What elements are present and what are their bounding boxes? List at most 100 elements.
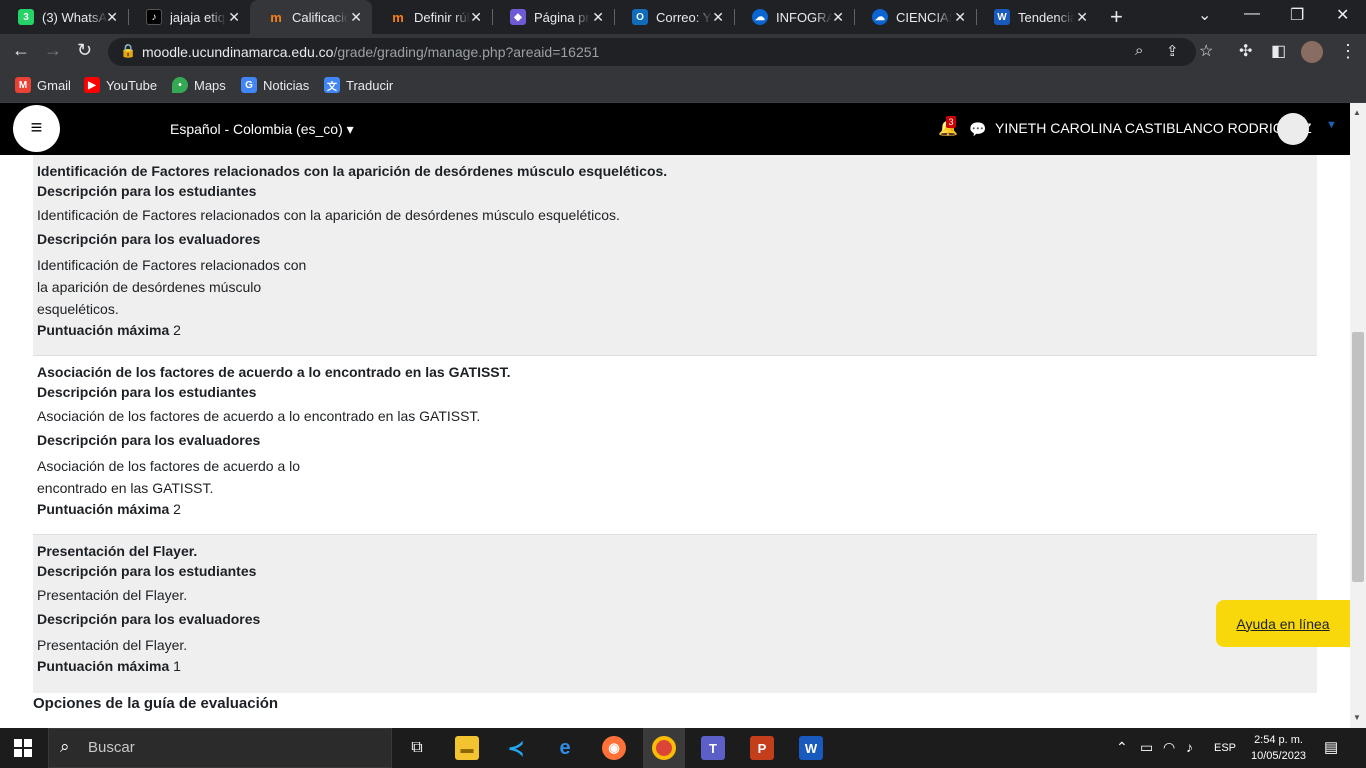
back-icon[interactable]: ← (12, 40, 30, 61)
scroll-up-arrow-icon[interactable]: ▲ (1353, 108, 1361, 117)
tab-whatsapp[interactable]: 3 (3) WhatsApp ✕ (0, 0, 128, 34)
page-scrollbar-thumb[interactable] (1352, 332, 1364, 582)
student-description: Asociación de los factores de acuerdo a … (37, 408, 481, 424)
bookmarks-bar: M Gmail ▶ YouTube • Maps G Noticias 文 Tr… (0, 70, 1366, 103)
tab-infografia[interactable]: ☁ INFOGRAFÍA ✕ (734, 0, 854, 34)
youtube-icon: ▶ (84, 77, 100, 93)
battery-icon[interactable]: ▭ (1140, 739, 1153, 756)
minimize-button[interactable]: — (1244, 5, 1260, 23)
evaluator-description: Presentación del Flayer. (37, 637, 188, 653)
menu-icon[interactable]: ⋮ (1339, 41, 1357, 62)
bookmark-traducir[interactable]: 文 Traducir (324, 77, 393, 93)
tray-overflow-icon[interactable]: ⌃ (1116, 739, 1128, 756)
tab-definir-rubrica[interactable]: m Definir rúbrica ✕ (372, 0, 492, 34)
criterion-row: Asociación de los factores de acuerdo a … (33, 355, 1317, 535)
windows-start-icon[interactable] (14, 739, 32, 757)
max-score: Puntuación máxima 1 (37, 658, 181, 674)
students-heading: Descripción para los estudiantes (37, 384, 257, 400)
tiktok-icon: ♪ (146, 9, 162, 25)
tab-correo[interactable]: O Correo: YINETH ✕ (614, 0, 734, 34)
moodle-icon: m (392, 9, 404, 25)
bookmark-maps[interactable]: • Maps (172, 77, 226, 93)
tab-search-icon[interactable]: ⌄ (1198, 5, 1211, 25)
side-panel-icon[interactable]: ◧ (1271, 41, 1286, 61)
volume-icon[interactable]: ♪ (1186, 739, 1193, 755)
max-score: Puntuación máxima 2 (37, 322, 181, 338)
taskbar-search-placeholder[interactable]: Buscar (88, 739, 135, 756)
bookmark-youtube[interactable]: ▶ YouTube (84, 77, 157, 93)
tab-pagina-principal[interactable]: ◆ Página principal ✕ (492, 0, 614, 34)
browser-tab-strip: 3 (3) WhatsApp ✕ ♪ jajaja etiquetas ✕ m … (0, 0, 1366, 34)
online-help-button[interactable]: Ayuda en línea (1216, 600, 1350, 647)
bookmark-gmail[interactable]: M Gmail (15, 77, 71, 93)
share-icon[interactable]: ⇪ (1166, 42, 1179, 60)
zoom-icon[interactable]: ⌕ (1135, 42, 1143, 59)
user-name[interactable]: YINETH CAROLINA CASTIBLANCO RODRIGUEZ (995, 120, 1312, 136)
url-text[interactable]: moodle.ucundinamarca.edu.co/grade/gradin… (142, 44, 599, 60)
powerpoint-icon[interactable]: P (750, 736, 774, 760)
caret-down-icon: ▾ (346, 121, 354, 137)
onedrive-icon: ☁ (752, 9, 768, 25)
tab-calificacion[interactable]: m Calificación ✕ (250, 0, 372, 34)
close-icon[interactable]: ✕ (954, 9, 966, 26)
evaluators-heading: Descripción para los evaluadores (37, 432, 261, 448)
word-icon: W (994, 9, 1010, 25)
restore-button[interactable]: ❐ (1290, 5, 1304, 25)
file-explorer-icon[interactable]: ▬ (455, 736, 479, 760)
forward-icon[interactable]: → (44, 40, 62, 61)
close-icon[interactable]: ✕ (592, 9, 604, 26)
word-taskbar-icon[interactable]: W (799, 736, 823, 760)
tab-tiktok[interactable]: ♪ jajaja etiquetas ✕ (128, 0, 250, 34)
criterion-title: Presentación del Flayer. (37, 543, 198, 559)
extensions-icon[interactable]: ✣ (1239, 41, 1252, 61)
criterion-row: Presentación del Flayer. Descripción par… (33, 535, 1317, 693)
onedrive-icon: ☁ (872, 9, 888, 25)
hamburger-menu-button[interactable]: ≡ (13, 105, 60, 152)
copilot-icon: ◆ (510, 9, 526, 25)
close-icon[interactable]: ✕ (1076, 9, 1088, 26)
messages-icon[interactable]: 💬 (969, 121, 986, 138)
user-menu-caret-icon[interactable]: ▼ (1326, 119, 1337, 131)
taskbar-clock[interactable]: 2:54 p. m. 10/05/2023 (1251, 732, 1306, 764)
new-tab-button[interactable]: + (1110, 4, 1123, 30)
scroll-down-arrow-icon[interactable]: ▼ (1353, 713, 1361, 722)
criterion-row: Identificación de Factores relacionados … (33, 155, 1317, 355)
rubric-content: Identificación de Factores relacionados … (0, 155, 1350, 728)
user-avatar[interactable] (1277, 113, 1309, 145)
language-indicator[interactable]: ESP (1214, 742, 1236, 754)
students-heading: Descripción para los estudiantes (37, 563, 257, 579)
close-icon[interactable]: ✕ (470, 9, 482, 26)
close-icon[interactable]: ✕ (712, 9, 724, 26)
evaluators-heading: Descripción para los evaluadores (37, 611, 261, 627)
chrome-icon[interactable] (652, 736, 676, 760)
search-icon: ⌕ (60, 737, 70, 756)
whatsapp-icon: 3 (18, 9, 34, 25)
close-window-button[interactable]: ✕ (1336, 5, 1349, 25)
close-icon[interactable]: ✕ (106, 9, 118, 26)
wifi-icon[interactable]: ◠ (1163, 739, 1175, 756)
close-icon[interactable]: ✕ (228, 9, 240, 26)
reload-icon[interactable]: ↻ (77, 40, 92, 61)
tab-ciencias[interactable]: ☁ CIENCIAS DE ✕ (854, 0, 976, 34)
notification-center-icon[interactable]: ▤ (1324, 738, 1338, 756)
lock-icon[interactable]: 🔒 (120, 43, 136, 59)
evaluator-description: Asociación de los factores de acuerdo a … (37, 458, 301, 496)
notification-count-badge: 3 (946, 116, 956, 128)
edge-icon[interactable]: e (553, 736, 577, 760)
bookmark-noticias[interactable]: G Noticias (241, 77, 309, 93)
close-icon[interactable]: ✕ (350, 9, 362, 26)
language-menu[interactable]: Español - Colombia (es_co) ▾ (170, 121, 354, 138)
evaluators-heading: Descripción para los evaluadores (37, 231, 261, 247)
profile-avatar[interactable] (1301, 41, 1323, 63)
teams-icon[interactable]: T (701, 736, 725, 760)
moodle-icon: m (270, 9, 282, 25)
outlook-icon: O (632, 9, 648, 25)
close-icon[interactable]: ✕ (832, 9, 844, 26)
vscode-icon[interactable]: ≺ (504, 736, 528, 760)
tab-tendencias[interactable]: W Tendencias ✕ (976, 0, 1098, 34)
task-view-icon[interactable]: ⧉ (405, 736, 429, 760)
bookmark-star-icon[interactable]: ☆ (1199, 41, 1213, 61)
translate-icon: 文 (324, 77, 340, 93)
student-description: Identificación de Factores relacionados … (37, 207, 620, 223)
firefox-icon[interactable]: ◉ (602, 736, 626, 760)
